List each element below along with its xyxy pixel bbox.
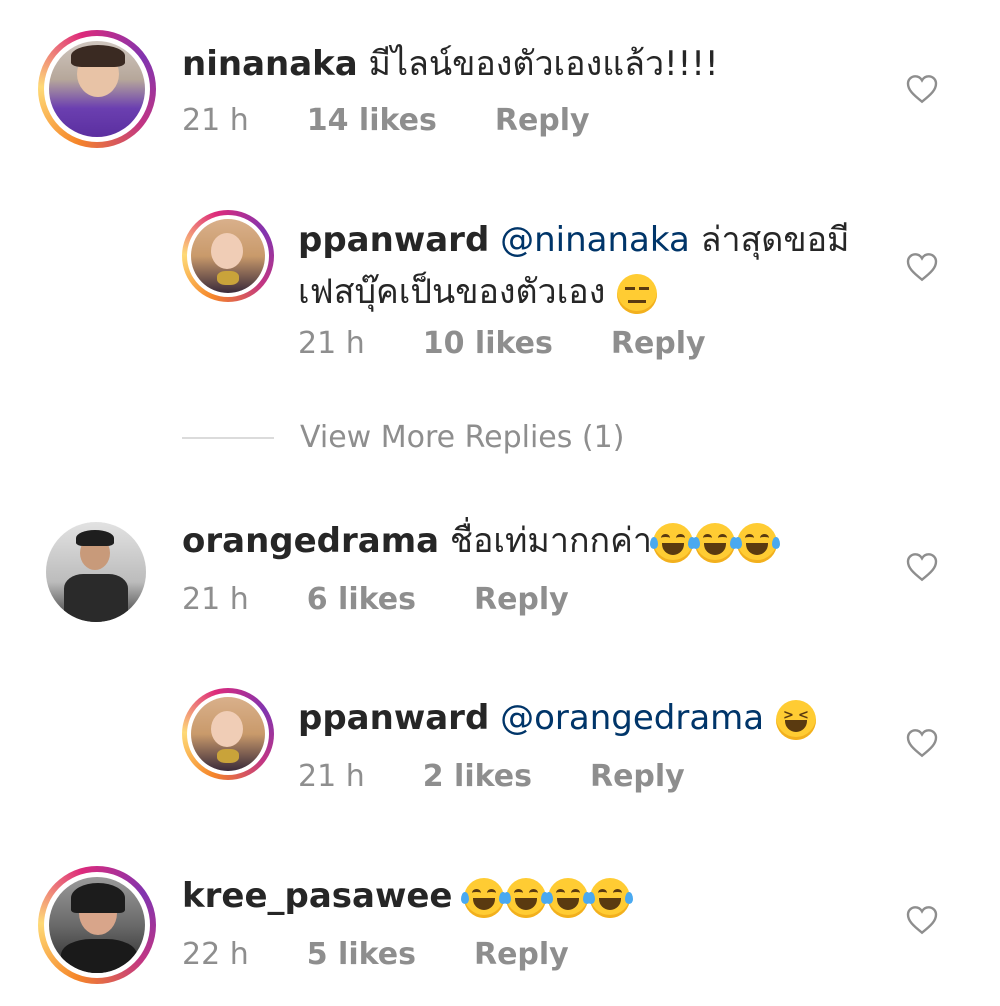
joy-face-icon bbox=[587, 877, 634, 918]
comment-meta: 21 h 14 likes Reply bbox=[182, 103, 590, 138]
heart-outline-icon[interactable] bbox=[906, 728, 938, 758]
view-more-replies[interactable]: View More Replies (1) bbox=[182, 420, 624, 455]
comment-meta: 21 h 6 likes Reply bbox=[182, 582, 569, 617]
joy-face-icon bbox=[649, 522, 696, 563]
mention-link[interactable]: @orangedrama bbox=[500, 698, 764, 738]
username[interactable]: orangedrama bbox=[182, 521, 439, 561]
avatar[interactable] bbox=[182, 688, 274, 780]
comment-text: ppanward @orangedrama > < bbox=[298, 692, 817, 744]
username[interactable]: kree_pasawee bbox=[182, 876, 453, 916]
comment-body: ชื่อเท่มากกค่า bbox=[449, 521, 652, 561]
timestamp: 21 h bbox=[182, 103, 249, 138]
timestamp: 21 h bbox=[298, 326, 365, 361]
reply-button[interactable]: Reply bbox=[495, 103, 590, 138]
comment-meta: 21 h 2 likes Reply bbox=[298, 759, 685, 794]
heart-outline-icon[interactable] bbox=[906, 252, 938, 282]
username[interactable]: ninanaka bbox=[182, 44, 358, 84]
joy-face-icon bbox=[691, 522, 738, 563]
comment-body: ล่าสุดขอมี bbox=[700, 220, 850, 260]
joy-face-icon bbox=[503, 877, 550, 918]
reply-button[interactable]: Reply bbox=[474, 582, 569, 617]
likes-count[interactable]: 2 likes bbox=[423, 759, 532, 794]
reply-button[interactable]: Reply bbox=[474, 937, 569, 972]
comment-text: orangedrama ชื่อเท่มากกค่า bbox=[182, 515, 780, 567]
comment-text: kree_pasawee bbox=[182, 870, 634, 922]
comment-meta: 22 h 5 likes Reply bbox=[182, 937, 569, 972]
heart-outline-icon[interactable] bbox=[906, 905, 938, 935]
timestamp: 21 h bbox=[182, 582, 249, 617]
joy-face-icon bbox=[461, 877, 508, 918]
comment-text: ppanward @ninanaka ล่าสุดขอมี เฟสบุ๊คเป็… bbox=[298, 214, 858, 318]
view-more-replies-label[interactable]: View More Replies (1) bbox=[300, 420, 624, 455]
avatar[interactable] bbox=[182, 210, 274, 302]
reply-button[interactable]: Reply bbox=[590, 759, 685, 794]
expressionless-face-icon bbox=[617, 273, 658, 314]
comment-body: มีไลน์ของตัวเองแล้ว!!!! bbox=[368, 44, 719, 84]
comment-body: เฟสบุ๊คเป็นของตัวเอง bbox=[298, 272, 606, 312]
mention-link[interactable]: @ninanaka bbox=[500, 220, 690, 260]
laughing-face-icon: > < bbox=[775, 699, 816, 740]
comment-text: ninanaka มีไลน์ของตัวเองแล้ว!!!! bbox=[182, 38, 719, 90]
likes-count[interactable]: 5 likes bbox=[307, 937, 416, 972]
timestamp: 21 h bbox=[298, 759, 365, 794]
joy-face-icon bbox=[545, 877, 592, 918]
likes-count[interactable]: 14 likes bbox=[307, 103, 437, 138]
avatar[interactable] bbox=[38, 866, 156, 984]
joy-face-icon bbox=[733, 522, 780, 563]
avatar[interactable] bbox=[46, 522, 146, 622]
avatar[interactable] bbox=[38, 30, 156, 148]
divider-line bbox=[182, 436, 274, 439]
heart-outline-icon[interactable] bbox=[906, 552, 938, 582]
username[interactable]: ppanward bbox=[298, 698, 489, 738]
reply-button[interactable]: Reply bbox=[611, 326, 706, 361]
likes-count[interactable]: 6 likes bbox=[307, 582, 416, 617]
comment-meta: 21 h 10 likes Reply bbox=[298, 326, 706, 361]
username[interactable]: ppanward bbox=[298, 220, 489, 260]
timestamp: 22 h bbox=[182, 937, 249, 972]
likes-count[interactable]: 10 likes bbox=[423, 326, 553, 361]
heart-outline-icon[interactable] bbox=[906, 74, 938, 104]
